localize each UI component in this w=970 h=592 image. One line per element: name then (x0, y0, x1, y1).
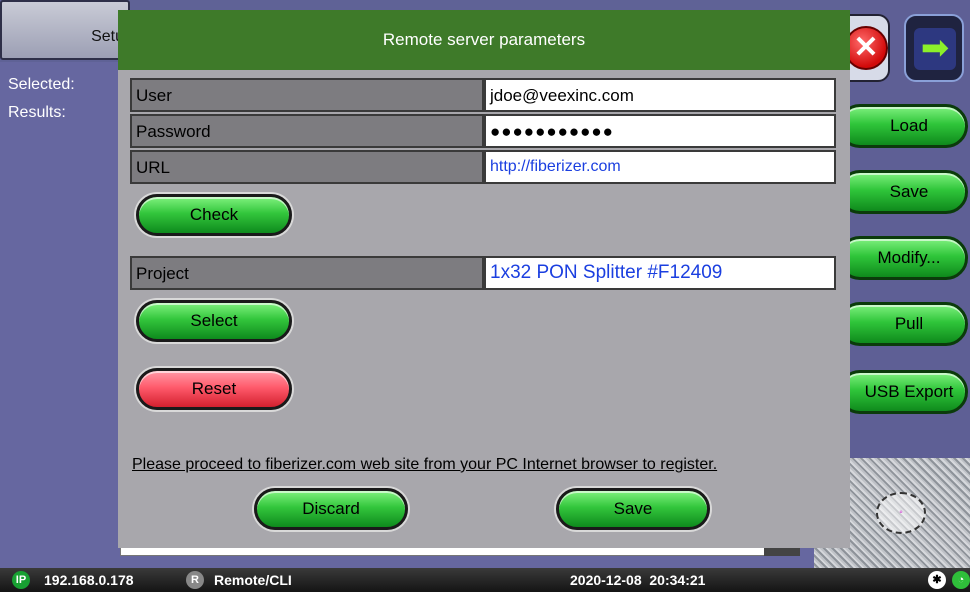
register-note[interactable]: Please proceed to fiberizer.com web site… (132, 456, 838, 474)
remote-server-dialog: Remote server parameters User jdoe@veexi… (118, 10, 850, 548)
project-field[interactable]: 1x32 PON Splitter #F12409 (484, 256, 836, 290)
user-label: User (130, 78, 484, 112)
bluetooth-icon: ✱ (928, 571, 946, 589)
user-field[interactable]: jdoe@veexinc.com (484, 78, 836, 112)
password-field[interactable]: ●●●●●●●●●●● (484, 114, 836, 148)
usb-export-button[interactable]: USB Export (838, 370, 968, 414)
project-label: Project (130, 256, 484, 290)
ip-badge-icon: IP (12, 571, 30, 589)
wifi-icon: ◔ (952, 571, 970, 589)
next-button[interactable]: ➡ (904, 14, 964, 82)
reset-button[interactable]: Reset (136, 368, 292, 410)
close-icon: ✕ (844, 26, 888, 70)
discard-button[interactable]: Discard (254, 488, 408, 530)
arrow-right-icon: ➡ (914, 28, 956, 70)
status-bar: IP 192.168.0.178 R Remote/CLI 2020-12-08… (0, 568, 970, 592)
url-label: URL (130, 150, 484, 184)
select-button[interactable]: Select (136, 300, 292, 342)
dialog-save-button[interactable]: Save (556, 488, 710, 530)
url-field[interactable]: http://fiberizer.com (484, 150, 836, 184)
setup-tab[interactable]: Setu (0, 0, 130, 60)
ip-address: 192.168.0.178 (44, 572, 134, 588)
pull-button[interactable]: Pull (838, 302, 968, 346)
results-label: Results: (8, 104, 66, 121)
remote-badge-icon: R (186, 571, 204, 589)
password-label: Password (130, 114, 484, 148)
load-button[interactable]: Load (838, 104, 968, 148)
dialog-title: Remote server parameters (118, 10, 850, 70)
modify-button[interactable]: Modify... (838, 236, 968, 280)
status-datetime: 2020-12-08 20:34:21 (570, 572, 706, 588)
selected-label: Selected: (8, 76, 75, 93)
preview-marker: ◦ (876, 492, 926, 534)
remote-label: Remote/CLI (214, 572, 292, 588)
save-side-button[interactable]: Save (838, 170, 968, 214)
check-button[interactable]: Check (136, 194, 292, 236)
